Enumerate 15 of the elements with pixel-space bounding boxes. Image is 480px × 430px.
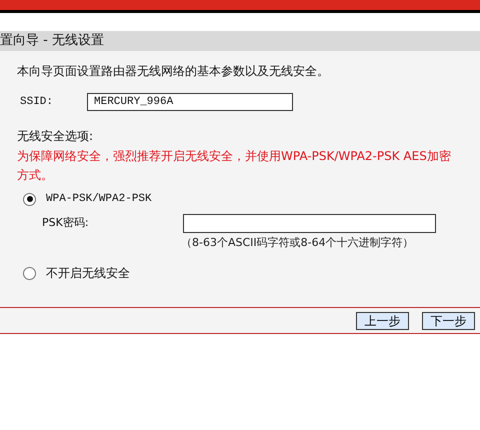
radio-button[interactable] [23, 192, 36, 206]
psk-label: PSK密码: [42, 214, 90, 231]
hint-text: （8-63个ASCII码字符或8-64个十六进制字符） [180, 234, 415, 250]
warning-text: 为保障网络安全，强烈推荐开启无线安全，并使用WPA-PSK/WPA2-PSK AES加密方式。 [17, 148, 452, 184]
intro-text: 本向导页面设置路由器无线网络的基本参数以及无线安全。 [17, 63, 330, 79]
password-field[interactable] [183, 214, 436, 232]
section-heading: 无线安全选项: [17, 128, 94, 144]
ssid-label: SSID: [19, 94, 54, 110]
panel-title: 置向导 - 无线设置 [0, 31, 480, 51]
step-button[interactable]: 下一步 [422, 312, 475, 330]
ssid-field[interactable]: MERCURY_996A [87, 93, 293, 111]
step-button[interactable]: 上一步 [356, 312, 409, 330]
radio-button[interactable] [23, 266, 36, 280]
radio-label: 不开启无线安全 [46, 265, 130, 282]
radio-label: WPA-PSK/WPA2-PSK [46, 192, 152, 207]
